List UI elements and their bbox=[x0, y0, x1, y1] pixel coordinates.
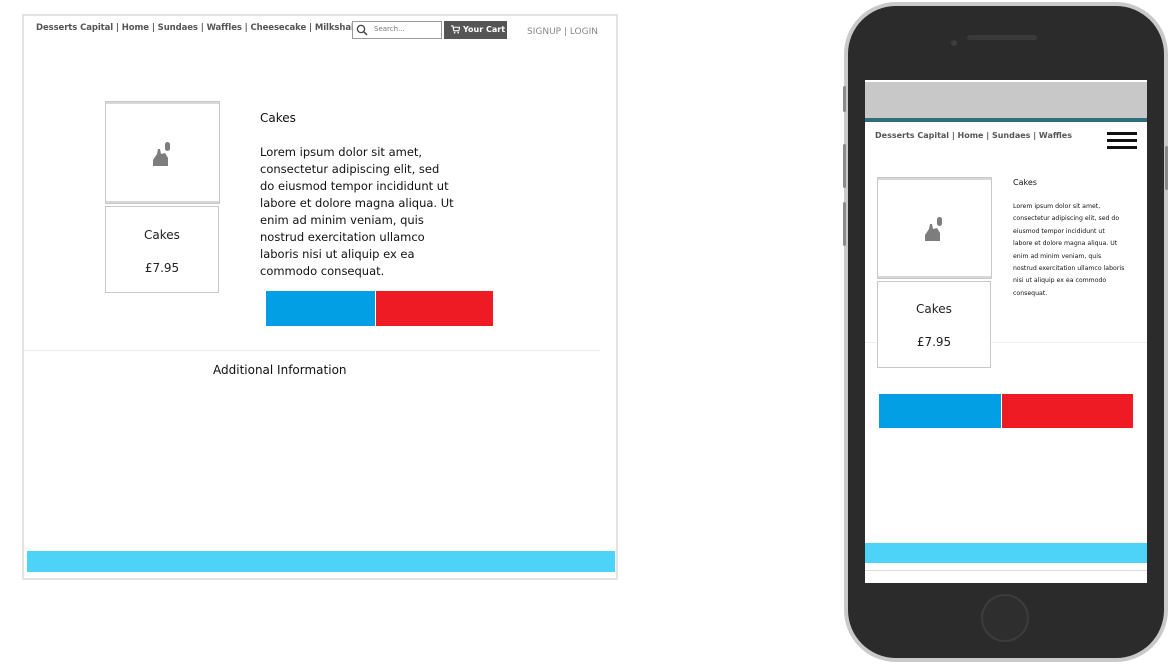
image-placeholder-icon bbox=[925, 217, 942, 241]
search-icon bbox=[356, 24, 368, 36]
product-title: Cakes bbox=[260, 111, 296, 125]
phone-home-button[interactable] bbox=[981, 594, 1029, 642]
phone-mute-switch bbox=[843, 86, 846, 112]
section-divider bbox=[24, 350, 600, 351]
signup-login-links[interactable]: SIGNUP | LOGIN bbox=[527, 27, 598, 37]
your-cart-button[interactable]: Your Cart bbox=[444, 21, 507, 39]
product-card[interactable]: Cakes £7.95 bbox=[105, 206, 219, 293]
product-image bbox=[105, 101, 220, 204]
cart-icon bbox=[451, 25, 460, 34]
mobile-primary-action-button[interactable] bbox=[879, 394, 1001, 428]
hamburger-menu-icon[interactable] bbox=[1107, 132, 1137, 150]
mobile-product-card-name: Cakes bbox=[916, 302, 952, 316]
desktop-nav-links[interactable]: Desserts Capital | Home | Sundaes | Waff… bbox=[36, 23, 403, 33]
phone-volume-down bbox=[843, 202, 846, 246]
phone-speaker bbox=[967, 35, 1037, 40]
image-placeholder-icon bbox=[153, 142, 170, 166]
product-card-price: £7.95 bbox=[144, 261, 180, 275]
mobile-product-title: Cakes bbox=[1013, 178, 1037, 187]
desktop-search-box[interactable]: Search... bbox=[352, 21, 442, 39]
mobile-product-image bbox=[877, 177, 992, 279]
mobile-product-card-price: £7.95 bbox=[916, 335, 952, 349]
mobile-footer bbox=[865, 543, 1147, 563]
phone-volume-up bbox=[843, 144, 846, 188]
mobile-secondary-action-button[interactable] bbox=[1002, 394, 1133, 428]
search-placeholder: Search... bbox=[374, 25, 405, 33]
phone-screen: Desserts Capital | Home | Sundaes | Waff… bbox=[865, 80, 1147, 583]
phone-camera bbox=[951, 40, 957, 46]
mobile-header-band bbox=[865, 82, 1147, 118]
desktop-footer bbox=[27, 551, 615, 572]
cart-label: Your Cart bbox=[463, 25, 506, 34]
product-card-name: Cakes bbox=[144, 228, 180, 242]
phone-power-button bbox=[1165, 146, 1168, 190]
mobile-nav-links[interactable]: Desserts Capital | Home | Sundaes | Waff… bbox=[875, 131, 1072, 140]
mobile-footer-line bbox=[865, 570, 1147, 571]
primary-action-button[interactable] bbox=[266, 291, 375, 326]
mobile-product-description: Lorem ipsum dolor sit amet, consectetur … bbox=[1013, 203, 1125, 297]
secondary-action-button[interactable] bbox=[376, 291, 493, 326]
additional-information-heading[interactable]: Additional Information bbox=[213, 363, 347, 377]
mobile-header-strip bbox=[865, 118, 1147, 122]
mobile-product-card[interactable]: Cakes £7.95 bbox=[877, 281, 991, 368]
product-description: Lorem ipsum dolor sit amet, consectetur … bbox=[260, 145, 454, 278]
